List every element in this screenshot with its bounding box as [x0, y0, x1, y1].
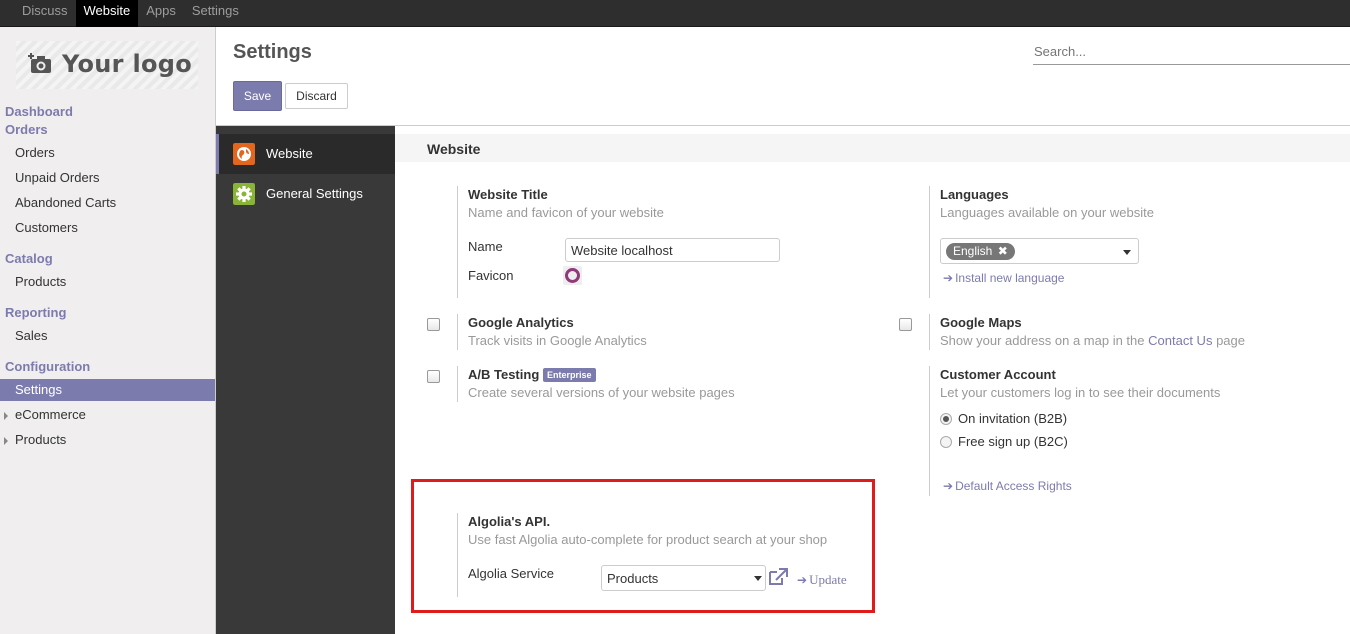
globe-icon — [233, 143, 255, 165]
tab-website[interactable]: Website — [216, 134, 395, 174]
favicon-label: Favicon — [468, 268, 514, 283]
discard-button[interactable]: Discard — [285, 83, 348, 109]
divider — [457, 186, 458, 298]
sidebar-tree-ecommerce[interactable]: eCommerce — [0, 404, 215, 426]
google-analytics-heading: Google Analytics — [468, 315, 574, 330]
sidebar-head-orders[interactable]: Orders — [5, 122, 48, 137]
section-header: Website — [395, 134, 1350, 162]
radio-b2b[interactable] — [940, 413, 952, 425]
radio-b2c[interactable] — [940, 436, 952, 448]
save-button[interactable]: Save — [233, 81, 282, 111]
sidebar-item-products[interactable]: Products — [0, 271, 215, 293]
google-analytics-checkbox[interactable] — [427, 318, 440, 331]
divider — [457, 314, 458, 350]
algolia-heading: Algolia's API. — [468, 514, 551, 529]
website-title-heading: Website Title — [468, 187, 548, 202]
ab-testing-heading: A/B Testing — [468, 367, 540, 382]
google-analytics-desc: Track visits in Google Analytics — [468, 333, 647, 348]
ab-testing-desc: Create several versions of your website … — [468, 385, 735, 400]
tab-label: Website — [266, 146, 313, 161]
favicon-image[interactable] — [563, 266, 582, 285]
arrow-right-icon: ➔ — [943, 479, 954, 493]
settings-app-nav: Website General Settings — [216, 126, 395, 634]
google-maps-desc-pre: Show your address on a map in the — [940, 333, 1145, 348]
languages-desc: Languages available on your website — [940, 205, 1154, 220]
algolia-update-link[interactable]: ➔ Update — [797, 572, 847, 588]
gear-icon — [233, 183, 255, 205]
customer-account-desc: Let your customers log in to see their d… — [940, 385, 1221, 400]
logo-text: Your logo — [62, 50, 193, 78]
arrow-right-icon: ➔ — [943, 271, 954, 285]
sidebar-item-sales[interactable]: Sales — [0, 325, 215, 347]
top-menu: Discuss Website Apps Settings — [14, 0, 247, 27]
external-link-icon[interactable] — [768, 568, 788, 586]
google-maps-desc: Show your address on a map in the Contac… — [940, 333, 1245, 348]
sidebar-item-orders[interactable]: Orders — [0, 142, 215, 164]
arrow-right-icon: ➔ — [797, 573, 808, 587]
section-title: Website — [427, 141, 481, 157]
google-maps-heading: Google Maps — [940, 315, 1022, 330]
sidebar-head-catalog: Catalog — [5, 251, 53, 266]
camera-icon — [28, 53, 51, 73]
sidebar-tree-products[interactable]: Products — [0, 429, 215, 451]
sidebar-tree-label: Products — [15, 432, 67, 447]
sidebar-item-customers[interactable]: Customers — [0, 217, 215, 239]
languages-heading: Languages — [940, 187, 1009, 202]
top-navbar: Discuss Website Apps Settings — [0, 0, 1350, 27]
menu-website[interactable]: Website — [75, 0, 139, 27]
default-access-rights-label: Default Access Rights — [955, 479, 1072, 493]
languages-select[interactable]: English ✖ — [940, 238, 1139, 264]
divider — [929, 186, 930, 298]
sidebar-item-settings[interactable]: Settings — [0, 379, 215, 401]
sidebar-head-reporting: Reporting — [5, 305, 67, 320]
radio-b2b-label[interactable]: On invitation (B2B) — [958, 411, 1067, 426]
algolia-service-label: Algolia Service — [468, 566, 554, 581]
install-language-link[interactable]: ➔ Install new language — [943, 271, 1064, 285]
sidebar-head-dashboard[interactable]: Dashboard — [5, 104, 73, 119]
page-title: Settings — [233, 41, 312, 63]
left-sidebar: Your logo Dashboard Orders Orders Unpaid… — [0, 27, 216, 634]
customer-account-heading: Customer Account — [940, 367, 1056, 382]
chevron-down-icon — [1123, 250, 1131, 255]
menu-discuss[interactable]: Discuss — [14, 0, 76, 27]
website-title-desc: Name and favicon of your website — [468, 205, 664, 220]
algolia-desc: Use fast Algolia auto-complete for produ… — [468, 532, 828, 547]
website-name-input[interactable] — [565, 238, 780, 262]
search-input[interactable] — [1033, 38, 1350, 65]
chevron-down-icon — [754, 576, 762, 581]
enterprise-badge: Enterprise — [543, 368, 596, 382]
language-tag[interactable]: English ✖ — [946, 243, 1015, 260]
divider — [457, 366, 458, 402]
company-logo[interactable]: Your logo — [16, 41, 198, 89]
divider — [929, 366, 930, 496]
sidebar-head-configuration: Configuration — [5, 359, 91, 374]
sidebar-tree-label: eCommerce — [15, 407, 86, 422]
caret-right-icon — [4, 437, 8, 445]
sidebar-item-abandoned-carts[interactable]: Abandoned Carts — [0, 192, 215, 214]
tab-label: General Settings — [266, 186, 363, 201]
caret-right-icon — [4, 412, 8, 420]
contact-us-link[interactable]: Contact Us — [1148, 333, 1212, 348]
menu-apps[interactable]: Apps — [138, 0, 184, 27]
google-maps-checkbox[interactable] — [899, 318, 912, 331]
algolia-service-value: Products — [607, 571, 659, 586]
divider — [929, 314, 930, 350]
sidebar-item-unpaid-orders[interactable]: Unpaid Orders — [0, 167, 215, 189]
ab-testing-checkbox[interactable] — [427, 370, 440, 383]
update-label: Update — [809, 572, 847, 587]
default-access-rights-link[interactable]: ➔ Default Access Rights — [943, 479, 1072, 493]
tab-general-settings[interactable]: General Settings — [216, 174, 395, 214]
menu-settings[interactable]: Settings — [184, 0, 247, 27]
language-tag-label: English — [953, 244, 993, 258]
google-maps-desc-post: page — [1216, 333, 1245, 348]
algolia-service-select[interactable]: Products — [601, 565, 766, 591]
name-label: Name — [468, 239, 503, 254]
radio-b2c-label[interactable]: Free sign up (B2C) — [958, 434, 1068, 449]
divider — [457, 513, 458, 597]
install-language-label: Install new language — [955, 271, 1065, 285]
close-icon[interactable]: ✖ — [998, 244, 1008, 258]
